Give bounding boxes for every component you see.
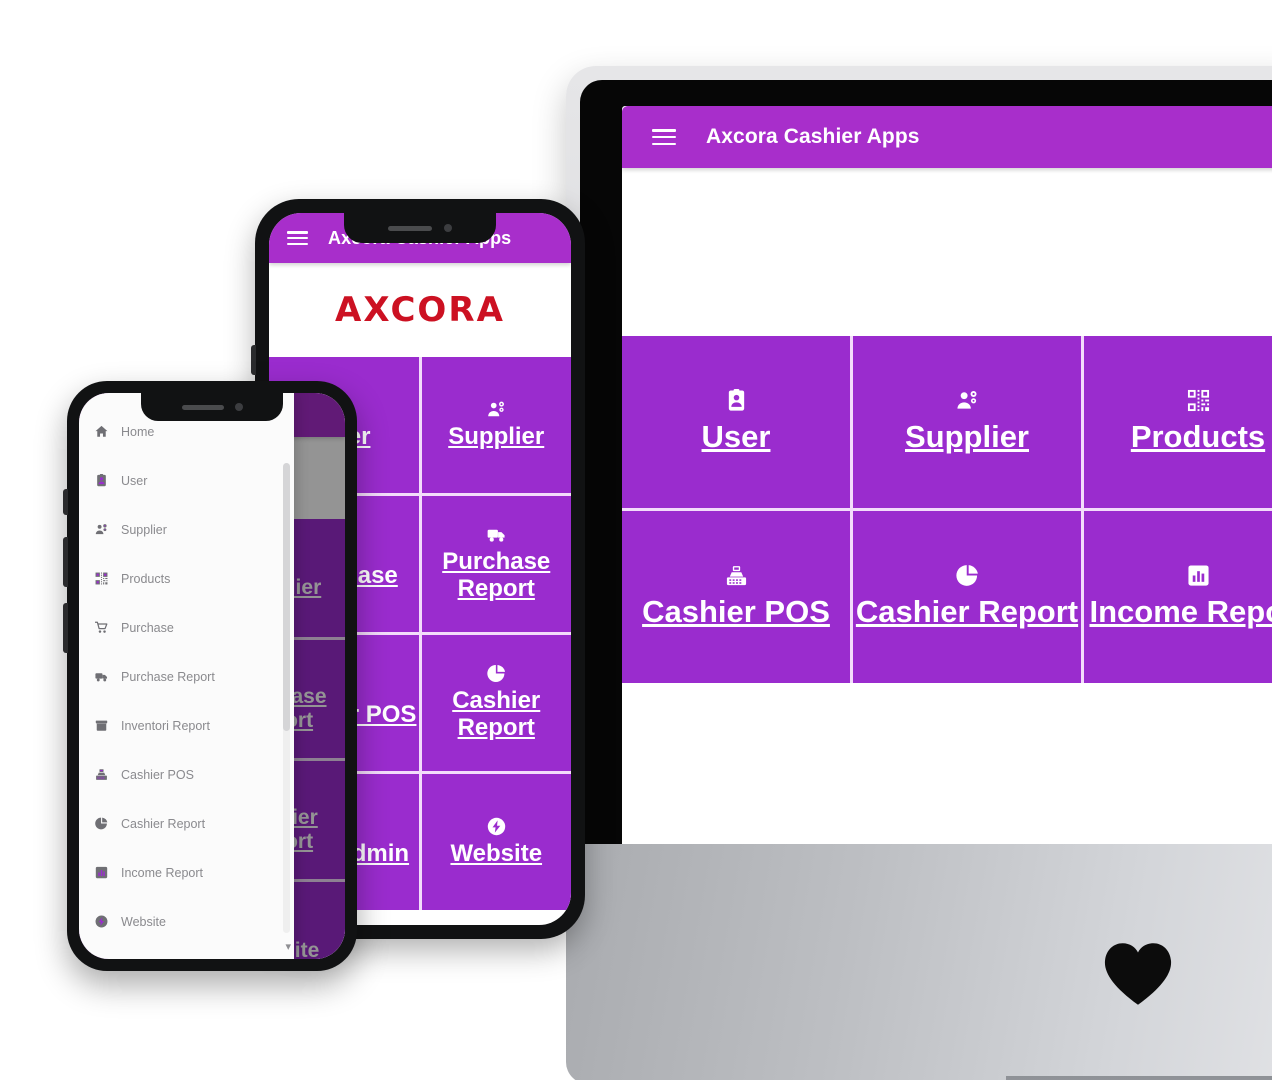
bar-chart-icon: [93, 866, 110, 879]
cash-register-icon: [93, 768, 110, 781]
drawer-item-label: Inventori Report: [121, 718, 210, 733]
users-gear-icon: [487, 400, 506, 419]
drawer-item-supplier[interactable]: Supplier: [79, 505, 294, 554]
users-gear-icon: [956, 389, 979, 412]
desktop-app-screen: Axcora Cashier Apps AXCORA User Supplier P…: [622, 106, 1272, 896]
drawer-menu-list: Home User Supplier Products Purchase Purchase…: [79, 393, 294, 959]
menu-tile-label: Supplier: [904, 419, 1029, 455]
drawer-scrollbar-thumb[interactable]: [283, 463, 290, 731]
truck-icon: [93, 670, 110, 683]
phone-notch: [141, 393, 283, 421]
drawer-item-label: Cashier POS: [121, 767, 194, 782]
front-camera-icon: [234, 403, 243, 411]
desktop-app-header: Axcora Cashier Apps: [622, 106, 1272, 168]
tablet-side-button-mute[interactable]: [251, 345, 256, 375]
drawer-item-products[interactable]: Products: [79, 554, 294, 603]
menu-tile-label: Supplier: [448, 422, 545, 450]
bar-chart-icon: [1187, 564, 1210, 587]
monitor-stand: [1006, 1076, 1272, 1080]
menu-tile-label: Purchase Report: [442, 548, 551, 602]
menu-tile-products[interactable]: Products: [1084, 336, 1272, 508]
menu-tile-label: Products: [1130, 419, 1266, 455]
phone-side-button-volume-up[interactable]: [63, 537, 68, 587]
drawer-item-label: Income Report: [121, 865, 203, 880]
drawer-item-purchase[interactable]: Purchase: [79, 603, 294, 652]
monitor-outer-frame: Axcora Cashier Apps AXCORA User Supplier P…: [566, 66, 1272, 896]
qr-code-icon: [1187, 389, 1210, 412]
menu-tile-cashier-report[interactable]: Cashier Report: [421, 635, 571, 771]
app-title: Axcora Cashier Apps: [706, 125, 920, 148]
axcora-logo-text: AXCORA: [335, 290, 505, 330]
menu-tile-purchase-report[interactable]: Purchase Report: [421, 496, 571, 632]
users-gear-icon: [93, 523, 110, 536]
menu-tile-user[interactable]: User: [622, 336, 850, 508]
drawer-item-log-out[interactable]: Log Out: [79, 946, 294, 959]
pie-chart-icon: [955, 564, 979, 587]
bolt-icon: [487, 817, 506, 836]
drawer-item-label: Website: [121, 914, 166, 929]
drawer-item-label: Supplier: [121, 522, 167, 537]
heart-icon: [1104, 943, 1172, 1005]
truck-icon: [487, 525, 506, 544]
drawer-item-label: Home: [121, 424, 155, 439]
menu-tile-cashier-pos[interactable]: Cashier POS: [622, 511, 850, 683]
id-badge-icon: [725, 389, 748, 412]
box-icon: [93, 719, 110, 732]
desktop-monitor-device: Axcora Cashier Apps AXCORA User Supplier P…: [566, 66, 1272, 1080]
qr-code-icon: [93, 572, 110, 585]
chevron-down-icon[interactable]: ▾: [285, 940, 291, 953]
phone-app-screen: Axcora Cashier Apps AXCORA UserSupplierP…: [79, 393, 345, 959]
menu-tile-label: Cashier POS: [642, 594, 830, 630]
tablet-brand-logo: AXCORA: [269, 263, 571, 357]
menu-tile-label: User: [701, 419, 771, 455]
drawer-item-cashier-report[interactable]: Cashier Report: [79, 799, 294, 848]
menu-tile-label: Income Report: [1089, 594, 1272, 630]
drawer-item-label: Products: [121, 571, 171, 586]
drawer-item-cashier-pos[interactable]: Cashier POS: [79, 750, 294, 799]
front-camera-icon: [444, 224, 452, 232]
monitor-chin: [566, 844, 1272, 1080]
cart-icon: [93, 621, 110, 634]
phone-side-button-mute[interactable]: [63, 489, 68, 515]
mockup-canvas: Axcora Cashier Apps AXCORA User Supplier P…: [0, 0, 1272, 1080]
menu-tile-cashier-report[interactable]: Cashier Report: [853, 511, 1081, 683]
menu-tile-income-report[interactable]: Income Report: [1084, 511, 1272, 683]
phone-device: Axcora Cashier Apps AXCORA UserSupplierP…: [63, 381, 357, 971]
menu-tile-label: Cashier Report: [452, 687, 541, 741]
drawer-item-label: Purchase: [121, 620, 174, 635]
hamburger-menu-icon[interactable]: [287, 231, 308, 245]
pie-chart-icon: [487, 664, 506, 683]
desktop-brand-logo: AXCORA: [622, 168, 1272, 336]
drawer-item-label: Cashier Report: [121, 816, 206, 831]
menu-tile-label: Cashier Report: [855, 594, 1079, 630]
hamburger-menu-icon[interactable]: [652, 129, 676, 145]
drawer-item-label: User: [121, 473, 148, 488]
menu-tile-website[interactable]: Website: [421, 774, 571, 910]
pie-chart-icon: [93, 817, 110, 830]
drawer-item-purchase-report[interactable]: Purchase Report: [79, 652, 294, 701]
menu-tile-supplier[interactable]: Supplier: [421, 357, 571, 493]
drawer-item-income-report[interactable]: Income Report: [79, 848, 294, 897]
cash-register-icon: [725, 564, 748, 587]
home-icon: [93, 425, 110, 438]
bolt-icon: [93, 915, 110, 928]
desktop-menu-tile-grid: User Supplier Products Cashier POS Cashier R…: [622, 336, 1272, 683]
phone-side-button-volume-down[interactable]: [63, 603, 68, 653]
id-badge-icon: [93, 474, 110, 487]
drawer-item-label: Purchase Report: [121, 669, 215, 684]
menu-tile-label: Website: [450, 839, 543, 867]
tablet-notch: [344, 213, 496, 243]
menu-tile-supplier[interactable]: Supplier: [853, 336, 1081, 508]
drawer-item-inventori-report[interactable]: Inventori Report: [79, 701, 294, 750]
navigation-drawer: Home User Supplier Products Purchase Purchase…: [79, 393, 294, 959]
drawer-item-website[interactable]: Website: [79, 897, 294, 946]
drawer-item-user[interactable]: User: [79, 456, 294, 505]
speaker-grille-icon: [388, 225, 432, 231]
speaker-grille-icon: [181, 404, 224, 410]
